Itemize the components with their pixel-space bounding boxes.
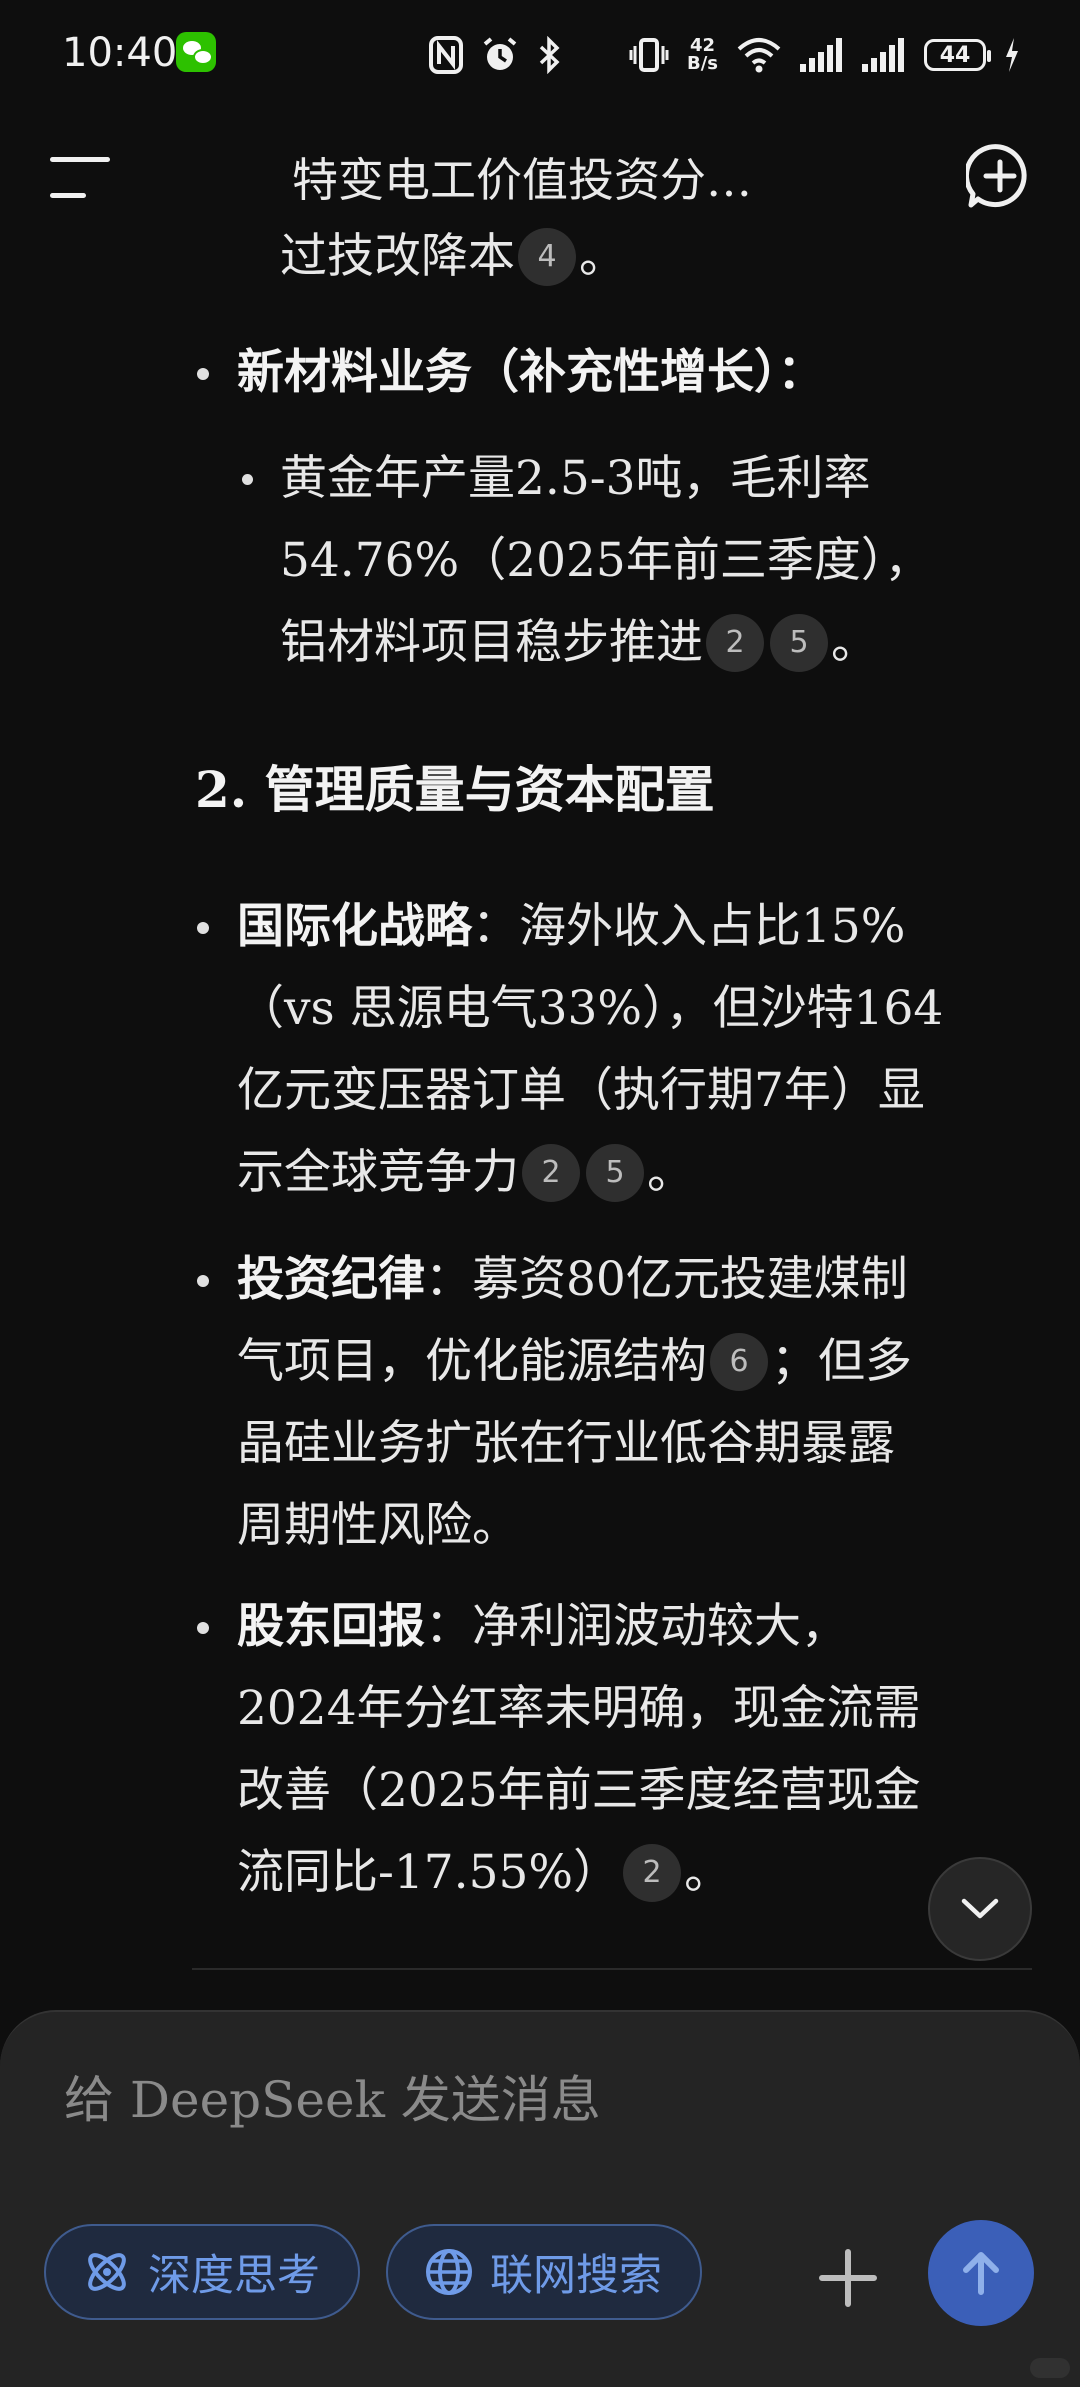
status-bar: 10:40 42 B/s 44 — [0, 0, 1080, 110]
new-chat-icon[interactable] — [964, 142, 1034, 210]
menu-icon[interactable] — [50, 155, 110, 199]
chat-content: 过技改降本 4。 新材料业务（补充性增长）： 黄金年产量2.5-3吨，毛利率 54… — [0, 220, 1080, 2000]
web-search-toggle[interactable]: 联网搜索 — [386, 2224, 702, 2320]
list-item: 改善（2025年前三季度经营现金 — [237, 1763, 921, 1818]
plus-icon[interactable] — [816, 2246, 880, 2310]
send-button[interactable] — [928, 2220, 1034, 2326]
divider — [192, 1968, 1032, 1970]
battery-icon: 44 — [924, 39, 991, 71]
list-item: 气项目，优化能源结构 6 ；但多 — [237, 1333, 912, 1391]
list-item: 黄金年产量2.5-3吨，毛利率 — [280, 451, 871, 506]
citation-badge[interactable]: 5 — [586, 1144, 644, 1202]
bullet — [197, 922, 209, 934]
net-speed: 42 B/s — [686, 35, 718, 74]
section-heading: 2. 管理质量与资本配置 — [195, 760, 715, 819]
list-item: 周期性风险。 — [237, 1498, 519, 1553]
globe-icon — [426, 2249, 472, 2295]
citation-badge[interactable]: 2 — [623, 1844, 682, 1902]
citation-badge[interactable]: 2 — [522, 1144, 580, 1202]
scroll-to-bottom-button[interactable] — [928, 1857, 1032, 1961]
list-item: （vs 思源电气33%），但沙特164 — [237, 981, 944, 1036]
list-item: 流同比-17.55%） 2。 — [237, 1844, 732, 1902]
list-item: 铝材料项目稳步推进 2 5。 — [280, 614, 878, 672]
answer-text: 过技改降本 4。 — [280, 228, 626, 286]
list-item: 晶硅业务扩张在行业低谷期暴露 — [237, 1416, 895, 1471]
vibrate-icon — [629, 36, 669, 74]
list-item: 国际化战略：海外收入占比15% — [237, 899, 906, 954]
list-item: 投资纪律：募资80亿元投建煤制 — [237, 1252, 908, 1307]
bullet-title-new-material: 新材料业务（补充性增长）： — [237, 345, 825, 400]
watermark — [1030, 2358, 1070, 2378]
web-search-label: 联网搜索 — [490, 2251, 662, 2301]
signal-icon — [862, 38, 906, 72]
list-item: 示全球竞争力 2 5。 — [237, 1144, 694, 1202]
message-composer: 给 DeepSeek 发送消息 深度思考 联网搜索 — [0, 2010, 1080, 2387]
list-item: 股东回报：净利润波动较大， — [237, 1599, 848, 1654]
bullet — [197, 368, 209, 380]
bluetooth-icon — [537, 36, 563, 74]
deep-think-toggle[interactable]: 深度思考 — [44, 2224, 360, 2320]
message-input[interactable]: 给 DeepSeek 发送消息 — [64, 2060, 601, 2132]
charging-icon — [1004, 38, 1020, 72]
bullet — [242, 474, 253, 485]
citation-badge[interactable]: 2 — [706, 614, 764, 672]
signal-icon — [800, 38, 844, 72]
wifi-icon — [736, 37, 782, 73]
bullet — [197, 1622, 209, 1634]
citation-badge[interactable]: 4 — [518, 228, 576, 286]
app-header: 特变电工价值投资分… — [0, 130, 1080, 220]
alarm-icon — [481, 36, 519, 74]
chat-title[interactable]: 特变电工价值投资分… — [292, 144, 752, 210]
status-icons: 42 B/s 44 — [428, 30, 1020, 80]
wechat-icon — [176, 32, 216, 72]
bullet — [197, 1275, 209, 1287]
citation-badge[interactable]: 6 — [710, 1333, 768, 1391]
citation-badge[interactable]: 5 — [770, 614, 828, 672]
nfc-icon — [428, 36, 463, 74]
deep-think-label: 深度思考 — [148, 2251, 320, 2301]
list-item: 2024年分红率未明确，现金流需 — [237, 1681, 921, 1736]
chevron-down-icon — [961, 1898, 999, 1919]
status-time: 10:40 — [62, 30, 178, 76]
atom-icon — [88, 2253, 126, 2291]
arrow-up-icon — [963, 2252, 999, 2295]
list-item: 亿元变压器订单（执行期7年）显 — [237, 1063, 925, 1118]
list-item: 54.76%（2025年前三季度）， — [280, 533, 932, 588]
